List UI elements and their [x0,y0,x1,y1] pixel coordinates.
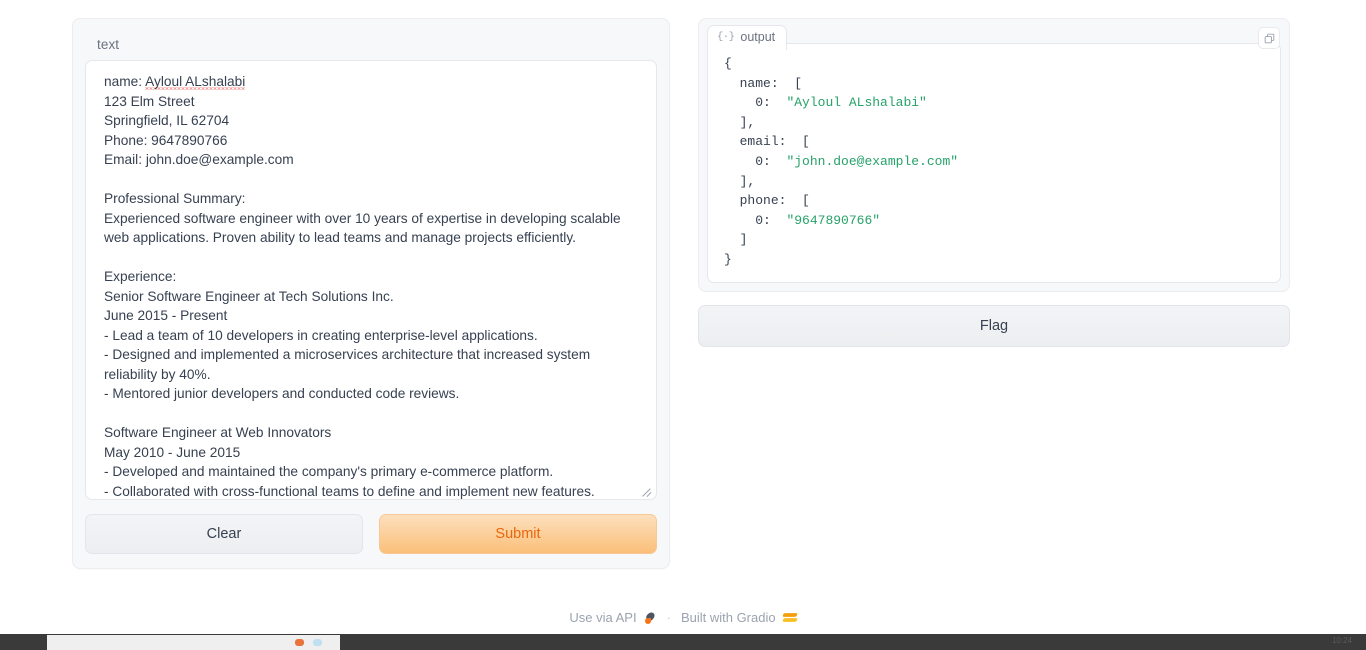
json-key: 0: [755,95,771,111]
action-buttons-row: Clear Submit [85,514,657,554]
taskbar-clock: 10:24 [1331,636,1352,645]
json-value: "Ayloul ALshalabi" [786,95,927,111]
json-line: ] [724,230,1266,250]
json-punctuation: [ [802,134,810,150]
json-key: name: [739,75,779,91]
left-column: text name: Ayloul ALshalabi 123 Elm Stre… [72,18,670,600]
json-value: "9647890766" [786,212,881,228]
built-with-gradio-link[interactable]: Built with Gradio [681,610,776,625]
json-key: email: [739,134,787,150]
text-input[interactable]: name: Ayloul ALshalabi 123 Elm Street Sp… [86,61,656,499]
json-line: ], [724,113,1266,133]
clear-button[interactable]: Clear [85,514,363,554]
json-line: name: [ [724,74,1266,94]
json-line: 0: "Ayloul ALshalabi" [724,93,1266,113]
taskbar-window-button[interactable] [47,635,340,650]
footer-separator: · [666,610,671,625]
json-punctuation: } [724,251,732,267]
json-punctuation: [ [794,75,803,91]
flag-button[interactable]: Flag [698,304,1290,347]
firefox-icon [295,639,304,646]
submit-button[interactable]: Submit [379,514,657,554]
output-json-container: { name: [ 0: "Ayloul ALshalabi" ], email… [707,43,1281,283]
json-line: phone: [ [724,191,1266,211]
copy-icon [1264,33,1274,43]
json-line: 0: "9647890766" [724,211,1266,231]
json-line: } [724,250,1266,270]
input-form-panel: text name: Ayloul ALshalabi 123 Elm Stre… [72,18,670,569]
json-key: phone: [739,193,787,209]
text-input-container[interactable]: name: Ayloul ALshalabi 123 Elm Street Sp… [85,60,657,500]
app-root: text name: Ayloul ALshalabi 123 Elm Stre… [0,0,1366,650]
misspelled-word: Ayloul ALshalabi [145,74,246,89]
rocket-icon [644,610,657,624]
use-via-api-link[interactable]: Use via API [569,610,636,625]
resize-grip-icon[interactable] [638,481,654,497]
json-braces-icon: {·} [717,31,735,43]
json-line: ], [724,172,1266,192]
json-value: "john.doe@example.com" [786,153,959,169]
json-punctuation: ] [739,232,748,248]
right-column: {·} output { name: [ 0: "Ayloul ALshalab… [698,18,1290,600]
json-line: { [724,54,1266,74]
os-taskbar: 10:24 [0,634,1366,650]
json-line: 0: "john.doe@example.com" [724,152,1266,172]
json-key: 0: [755,153,771,169]
json-line: email: [ [724,132,1266,152]
text-input-label: text [97,37,120,52]
output-panel: {·} output { name: [ 0: "Ayloul ALshalab… [698,18,1290,292]
footer: Use via API · Built with Gradio [0,610,1366,625]
gradio-logo-icon [781,612,798,624]
copy-button[interactable] [1258,27,1280,49]
json-output: { name: [ 0: "Ayloul ALshalabi" ], email… [724,54,1266,270]
cloud-icon [313,639,322,646]
json-punctuation: { [724,56,732,71]
json-key: 0: [755,212,771,228]
json-punctuation: ], [739,114,756,130]
output-label-text: output [740,30,776,44]
json-punctuation: [ [802,193,810,209]
main-columns: text name: Ayloul ALshalabi 123 Elm Stre… [0,0,1366,600]
output-tab-label: {·} output [707,25,788,50]
json-punctuation: ], [739,173,756,189]
